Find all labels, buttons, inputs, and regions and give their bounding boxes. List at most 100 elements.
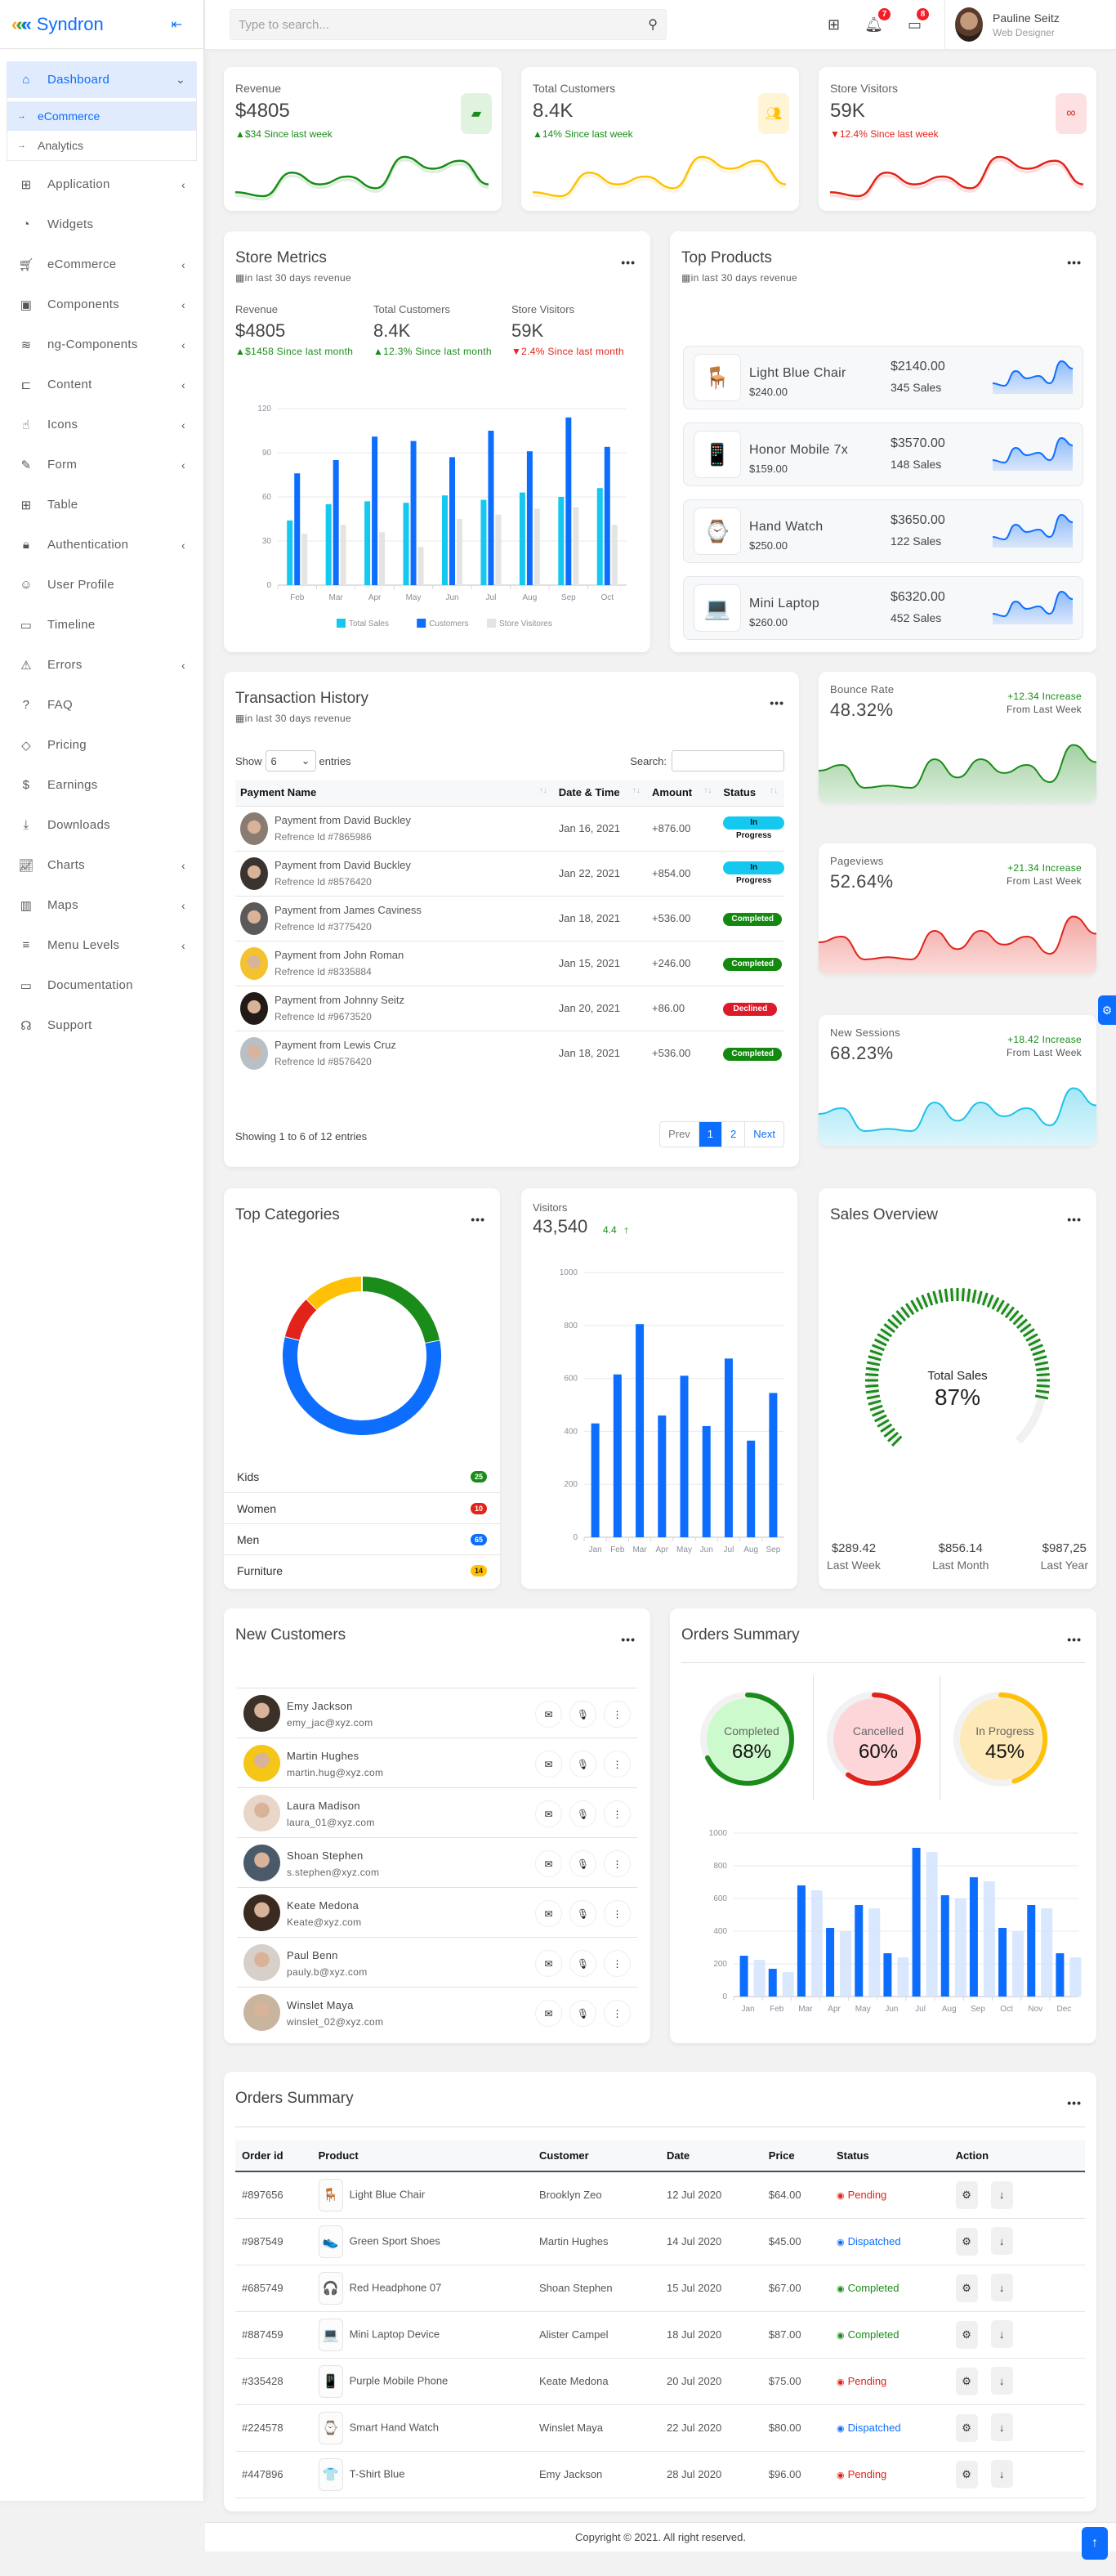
email-button[interactable]: ✉ (535, 1701, 562, 1728)
bar-visitors[interactable] (680, 1375, 689, 1537)
sidebar-item-form[interactable]: ✎ Form ‹ (7, 445, 197, 485)
bar-customers[interactable] (333, 460, 339, 585)
more-options-icon[interactable]: ••• (1067, 1213, 1082, 1226)
column-header[interactable]: Payment Name ↑↓ (235, 780, 554, 806)
table-row[interactable]: Payment from James Caviness Refrence Id #… (235, 895, 784, 941)
email-button[interactable]: ✉ (535, 1751, 562, 1778)
table-row[interactable]: #447896 👕 T-Shirt Blue Emy Jackson 28 Jul… (235, 2451, 1085, 2498)
bar-orders[interactable] (826, 1928, 835, 1997)
bar-store-visitores[interactable] (301, 534, 308, 585)
bar-total-sales[interactable] (480, 499, 487, 585)
bar-total-sales[interactable] (519, 492, 525, 585)
table-row[interactable]: Payment from David Buckley Refrence Id #8… (235, 850, 784, 896)
more-options-icon[interactable]: ••• (471, 1213, 485, 1226)
back-to-top-button[interactable]: ↑ (1082, 2527, 1108, 2560)
call-button[interactable]: 🎙︎ (569, 2000, 596, 2027)
more-options-icon[interactable]: ••• (1067, 2096, 1082, 2109)
bar-orders[interactable] (883, 1953, 892, 1997)
download-button[interactable]: ↓ (990, 2367, 1013, 2395)
sidebar-item-content[interactable]: ⊏ Content ‹ (7, 364, 197, 405)
bar-visitors[interactable] (702, 1425, 711, 1537)
more-button[interactable]: ⋮ (604, 1701, 631, 1728)
bar-store-visitores[interactable] (495, 514, 502, 585)
bar-store-visitores[interactable] (417, 547, 424, 585)
email-button[interactable]: ✉ (535, 2000, 562, 2027)
column-header[interactable]: Amount ↑↓ (647, 780, 718, 806)
sidebar-item-user-profile[interactable]: ☺ User Profile (7, 565, 197, 605)
category-item[interactable]: Furniture 14 (224, 1554, 500, 1585)
settings-button[interactable]: ⚙ (955, 2367, 978, 2395)
table-row[interactable]: Payment from David Buckley Refrence Id #7… (235, 805, 784, 851)
more-button[interactable]: ⋮ (604, 1850, 631, 1877)
sidebar-item-timeline[interactable]: ▭ Timeline (7, 605, 197, 645)
category-item[interactable]: Kids 25 (224, 1461, 500, 1492)
sidebar-item-table[interactable]: ⊞ Table (7, 485, 197, 525)
bar-orders[interactable] (969, 1877, 978, 1997)
email-button[interactable]: ✉ (535, 1900, 562, 1927)
sidebar-item-errors[interactable]: ⚠︎ Errors ‹ (7, 645, 197, 685)
product-item[interactable]: 📱 Honor Mobile 7x $159.00 $3570.00 148 S… (683, 423, 1083, 486)
bar-customers[interactable] (565, 417, 572, 585)
bar-customers[interactable] (372, 436, 378, 585)
bar-orders[interactable] (855, 1905, 864, 1997)
sidebar-item-maps[interactable]: ▥ Maps ‹ (7, 885, 197, 925)
call-button[interactable]: 🎙︎ (569, 1950, 596, 1977)
page-1-button[interactable]: 1 (698, 1122, 722, 1147)
call-button[interactable]: 🎙︎ (569, 1900, 596, 1927)
table-row[interactable]: Payment from Johnny Seitz Refrence Id #96… (235, 985, 784, 1031)
email-button[interactable]: ✉ (535, 1800, 562, 1827)
bar-orders[interactable] (940, 1895, 949, 1997)
settings-button[interactable]: ⚙ (955, 2274, 978, 2302)
settings-button[interactable]: ⚙ (955, 2320, 978, 2349)
more-options-icon[interactable]: ••• (621, 256, 636, 269)
messages-button[interactable]: ▭ 8 (908, 7, 929, 34)
bar-store-visitores[interactable] (611, 525, 618, 585)
bar-customers[interactable] (449, 457, 455, 585)
bar-orders[interactable] (998, 1928, 1007, 1997)
more-button[interactable]: ⋮ (604, 1800, 631, 1827)
download-button[interactable]: ↓ (990, 2320, 1013, 2349)
bar-customers[interactable] (294, 473, 301, 585)
bar-visitors[interactable] (724, 1358, 733, 1537)
sidebar-subitem-analytics[interactable]: → Analytics (7, 131, 196, 160)
bar-visitors[interactable] (613, 1374, 622, 1537)
bar-visitors[interactable] (747, 1440, 756, 1537)
download-button[interactable]: ↓ (990, 2180, 1013, 2209)
bar-orders[interactable] (768, 1969, 777, 1997)
page-2-button[interactable]: 2 (721, 1122, 744, 1147)
bar-orders[interactable] (739, 1956, 748, 1997)
bar-total-sales[interactable] (403, 503, 409, 585)
email-button[interactable]: ✉ (535, 1950, 562, 1977)
search-input[interactable]: Type to search... ⚲ (230, 9, 667, 40)
apps-icon[interactable]: ⊞ (828, 16, 840, 34)
donut-slice-furniture[interactable] (306, 1277, 363, 1310)
table-row[interactable]: Payment from John Roman Refrence Id #8335… (235, 940, 784, 986)
more-options-icon[interactable]: ••• (770, 696, 784, 709)
bar-total-sales[interactable] (364, 501, 371, 585)
more-options-icon[interactable]: ••• (1067, 1633, 1082, 1646)
user-menu[interactable]: Pauline Seitz Web Designer (944, 0, 1116, 49)
sort-icon[interactable]: ↑↓ (703, 786, 712, 795)
sort-icon[interactable]: ↑↓ (632, 786, 641, 795)
call-button[interactable]: 🎙︎ (569, 1701, 596, 1728)
table-row[interactable]: #224578 ⌚ Smart Hand Watch Winslet Maya 2… (235, 2404, 1085, 2452)
sidebar-item-pricing[interactable]: ◇ Pricing (7, 725, 197, 765)
more-options-icon[interactable]: ••• (621, 1633, 636, 1646)
call-button[interactable]: 🎙︎ (569, 1800, 596, 1827)
bar-visitors[interactable] (658, 1415, 667, 1537)
next-page-button[interactable]: Next (744, 1122, 783, 1147)
bar-store-visitores[interactable] (340, 525, 346, 585)
sidebar-item-application[interactable]: ⊞ Application ‹ (7, 164, 197, 204)
bar-orders[interactable] (1027, 1905, 1036, 1997)
table-search-input[interactable] (672, 750, 784, 771)
call-button[interactable]: 🎙︎ (569, 1751, 596, 1778)
category-item[interactable]: Men 65 (224, 1523, 500, 1554)
more-button[interactable]: ⋮ (604, 2000, 631, 2027)
table-row[interactable]: #897656 🪑 Light Blue Chair Brooklyn Zeo 1… (235, 2171, 1085, 2219)
bar-store-visitores[interactable] (533, 508, 540, 585)
more-button[interactable]: ⋮ (604, 1950, 631, 1977)
bar-store-visitores[interactable] (573, 507, 579, 585)
table-row[interactable]: #335428 📱 Purple Mobile Phone Keate Medon… (235, 2358, 1085, 2405)
table-row[interactable]: #887459 💻 Mini Laptop Device Alister Camp… (235, 2311, 1085, 2359)
sidebar-item-widgets[interactable]: ◔ Widgets (7, 204, 197, 244)
